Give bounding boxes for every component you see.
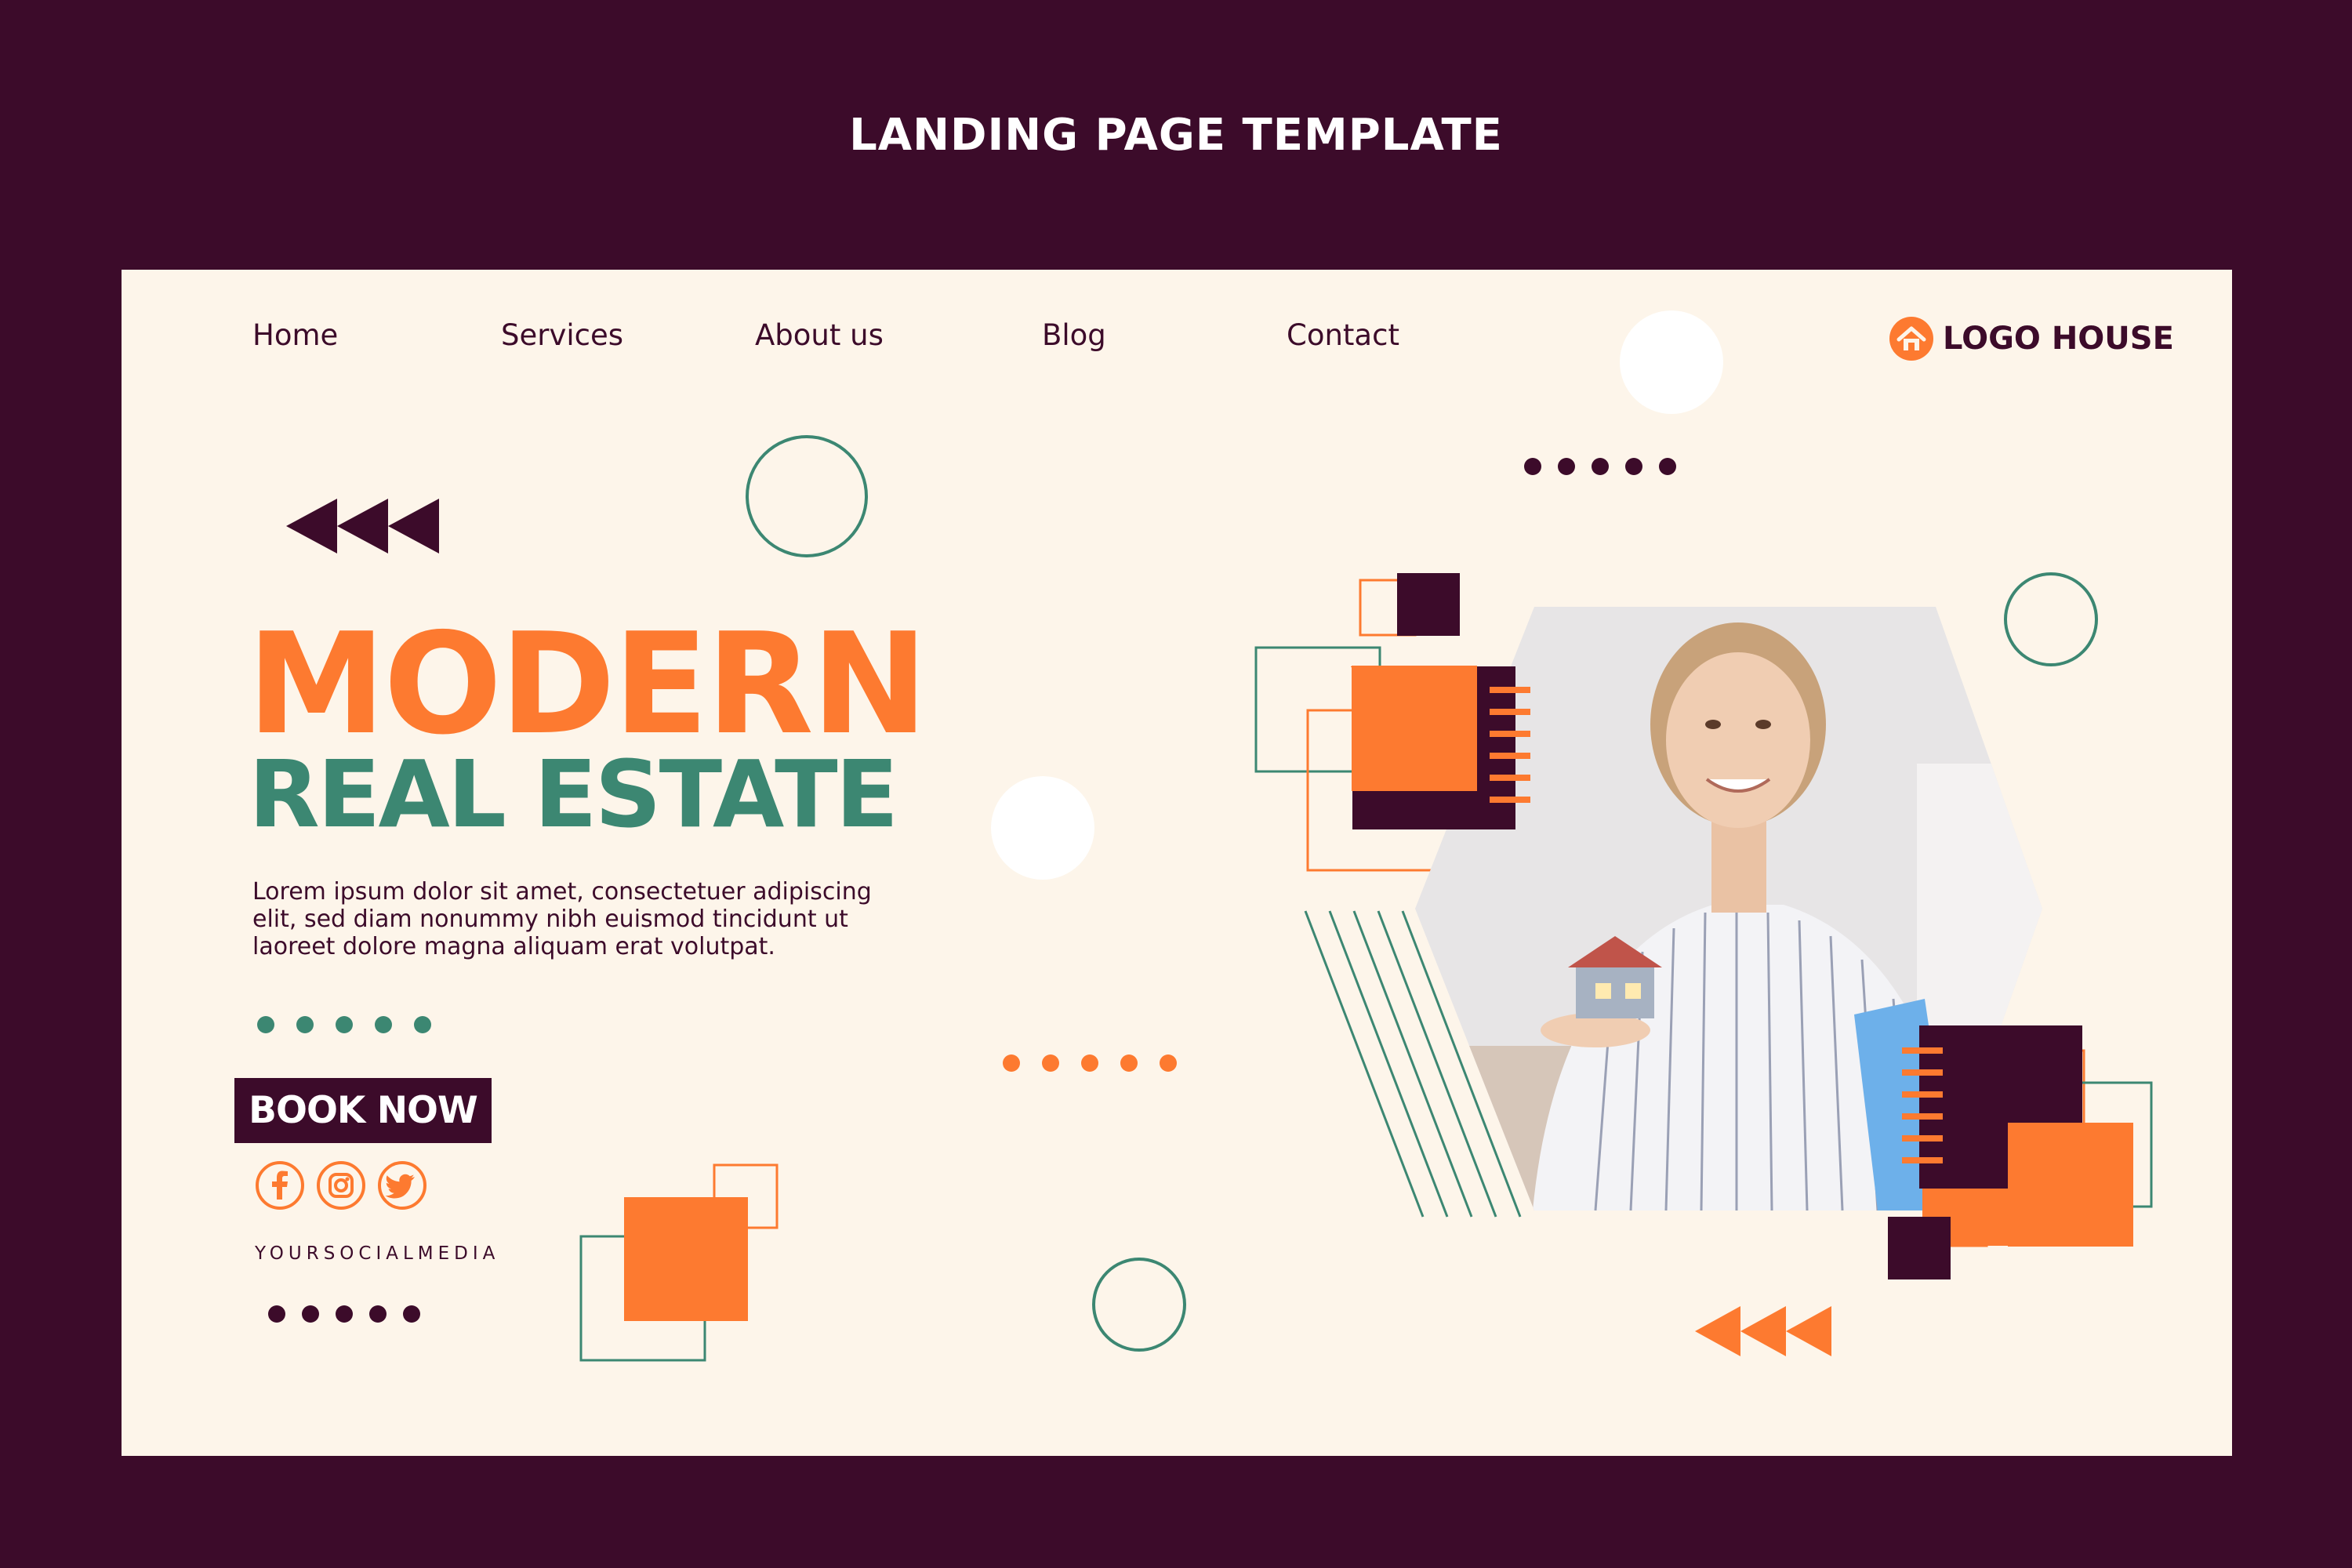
facebook-icon[interactable]	[255, 1160, 305, 1210]
hero-description: Lorem ipsum dolor sit amet, consectetuer…	[252, 878, 872, 960]
headline-modern: MODERN	[247, 603, 928, 765]
social-handle: YOURSOCIALMEDIA	[255, 1243, 500, 1264]
landing-page-card: Home Services About us Blog Contact LOGO…	[122, 270, 2232, 1456]
headline-real-estate: REAL ESTATE	[249, 740, 898, 848]
decorative-shapes-front	[1352, 666, 2153, 1279]
instagram-icon[interactable]	[316, 1160, 366, 1210]
book-now-button[interactable]: BOOK NOW	[234, 1078, 492, 1143]
twitter-icon[interactable]	[377, 1160, 427, 1210]
page-banner-title: LANDING PAGE TEMPLATE	[849, 110, 1503, 161]
